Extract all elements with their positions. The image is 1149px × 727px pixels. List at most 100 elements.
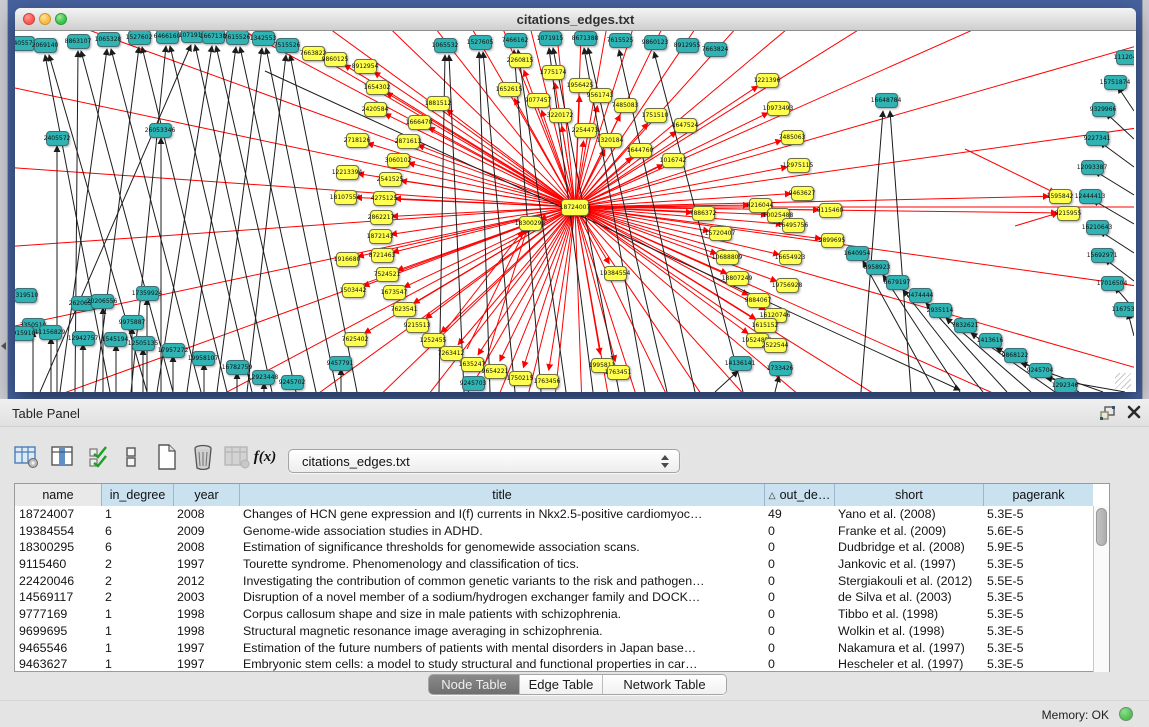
network-node[interactable]: 18107554	[334, 190, 357, 205]
network-node[interactable]: 4275125	[373, 191, 396, 206]
scrollbar-thumb[interactable]	[1096, 508, 1107, 546]
network-node[interactable]: 1016742	[662, 153, 685, 168]
network-node[interactable]: 1413616	[979, 333, 1002, 348]
network-node[interactable]: 3060102	[387, 153, 410, 168]
table-cell[interactable]: 5.3E-5	[983, 623, 1093, 640]
network-node[interactable]: 1503442	[342, 283, 365, 298]
network-node[interactable]: 2862217	[370, 210, 393, 225]
table-cell[interactable]: Changes of HCN gene expression and I(f) …	[239, 506, 764, 523]
network-node[interactable]: 2420584	[364, 102, 387, 117]
network-node[interactable]: 3319510	[15, 288, 37, 303]
network-node[interactable]: 1763456	[536, 374, 559, 389]
table-cell[interactable]: 2009	[173, 523, 239, 540]
network-node[interactable]: 8912955	[676, 38, 699, 53]
network-node[interactable]: 8912954	[354, 59, 377, 74]
table-cell[interactable]: Wolkin et al. (1998)	[834, 623, 983, 640]
network-node[interactable]: 6679197	[886, 275, 909, 290]
table-cell[interactable]: 0	[764, 606, 834, 623]
new-document-icon[interactable]	[152, 442, 182, 472]
table-cell[interactable]: 1	[101, 623, 173, 640]
network-node[interactable]: 12975115	[787, 158, 810, 173]
table-row[interactable]: 911546021997Tourette syndrome. Phenomeno…	[15, 556, 1093, 573]
table-cell[interactable]: Tibbo et al. (1998)	[834, 606, 983, 623]
network-node[interactable]: 10973493	[767, 101, 790, 116]
network-node[interactable]: 1775174	[542, 65, 565, 80]
table-cell[interactable]: Hescheler et al. (1997)	[834, 656, 983, 673]
network-hub-node[interactable]: 18724007	[561, 199, 589, 216]
table-row[interactable]: 2242004622012Investigating the contribut…	[15, 573, 1093, 590]
column-header-name[interactable]: name	[15, 484, 101, 506]
network-node[interactable]: 9329966	[1092, 102, 1115, 117]
network-node[interactable]: 2405572	[46, 131, 69, 146]
table-cell[interactable]: 2	[101, 589, 173, 606]
network-node[interactable]: 7466162	[504, 33, 527, 48]
tab-edge-table[interactable]: Edge Table	[519, 675, 602, 694]
network-node[interactable]: 1071915	[539, 31, 562, 46]
table-cell[interactable]: 1	[101, 506, 173, 523]
table-cell[interactable]: 2	[101, 556, 173, 573]
table-cell[interactable]: 9463627	[15, 656, 101, 673]
network-node[interactable]: 20206556	[91, 294, 114, 309]
network-node[interactable]: 12942757	[72, 331, 95, 346]
network-node[interactable]: 17957272	[162, 343, 185, 358]
network-node[interactable]: 9463627	[791, 186, 814, 201]
network-canvas[interactable]: 1830029519384554766382298601258912954165…	[15, 31, 1134, 392]
table-cell[interactable]: 1998	[173, 623, 239, 640]
table-cell[interactable]: 1	[101, 656, 173, 673]
network-node[interactable]: 1167533	[1114, 302, 1135, 317]
table-cell[interactable]: Corpus callosum shape and size in male p…	[239, 606, 764, 623]
table-cell[interactable]: Estimation of the future numbers of pati…	[239, 640, 764, 657]
network-node[interactable]: 12923448	[252, 370, 275, 385]
column-header-out_de[interactable]: △out_de…	[764, 484, 834, 506]
network-node[interactable]: 6466160	[156, 31, 179, 44]
network-node[interactable]: 2254473	[574, 123, 597, 138]
table-cell[interactable]: 18300295	[15, 539, 101, 556]
network-node[interactable]: 1666470	[408, 115, 431, 130]
network-node[interactable]: 2260815	[509, 53, 532, 68]
table-cell[interactable]: 2008	[173, 506, 239, 523]
table-cell[interactable]: Genome-wide association studies in ADHD.	[239, 523, 764, 540]
network-node[interactable]: 19384554	[604, 266, 627, 281]
network-node[interactable]: 1872143	[369, 229, 392, 244]
table-cell[interactable]: 1998	[173, 606, 239, 623]
network-node[interactable]: 9860123	[644, 35, 667, 50]
network-node[interactable]: 14136141	[729, 356, 752, 371]
network-node[interactable]: 7615525	[609, 33, 632, 48]
network-node[interactable]: 7524521	[376, 267, 399, 282]
table-cell[interactable]: 2	[101, 573, 173, 590]
network-window-titlebar[interactable]: citations_edges.txt	[15, 8, 1136, 31]
network-node[interactable]: 16495756	[782, 218, 805, 233]
network-node[interactable]: 2871613	[397, 134, 420, 149]
network-node[interactable]: 7623541	[393, 302, 416, 317]
network-node[interactable]: 3915910	[15, 326, 34, 341]
network-node[interactable]: 15751874	[1104, 75, 1127, 90]
network-node[interactable]: 19756928	[776, 278, 799, 293]
network-node[interactable]: 8671388	[574, 31, 597, 46]
network-node[interactable]: 12093387	[1081, 160, 1104, 175]
network-node[interactable]: 1320184	[599, 133, 622, 148]
table-cell[interactable]: Nakamura et al. (1997)	[834, 640, 983, 657]
network-node[interactable]: 9115460	[819, 203, 842, 218]
network-node[interactable]: 12444413	[1079, 189, 1102, 204]
network-node[interactable]: 1956425	[569, 78, 592, 93]
table-cell[interactable]: 5.5E-5	[983, 573, 1093, 590]
table-cell[interactable]: Structural magnetic resonance image aver…	[239, 623, 764, 640]
table-cell[interactable]: 0	[764, 589, 834, 606]
network-node[interactable]: 3220172	[549, 108, 572, 123]
network-node[interactable]: 26053346	[149, 123, 172, 138]
table-cell[interactable]: 9699695	[15, 623, 101, 640]
network-node[interactable]: 9245704	[1029, 363, 1052, 378]
network-node[interactable]: 1615152	[754, 318, 777, 333]
network-node[interactable]: 9561743	[589, 88, 612, 103]
network-node[interactable]: 7485083	[614, 98, 637, 113]
network-node[interactable]: 9975887	[121, 315, 144, 330]
table-cell[interactable]: 0	[764, 623, 834, 640]
network-node[interactable]: 2718126	[346, 133, 369, 148]
network-node[interactable]: 1654302	[366, 80, 389, 95]
network-node[interactable]: 1527605	[469, 35, 492, 50]
table-cell[interactable]: 0	[764, 539, 834, 556]
panel-collapse-arrow-icon[interactable]	[1, 342, 6, 350]
network-node[interactable]: 19958107	[192, 351, 215, 366]
network-node[interactable]: 7832621	[954, 318, 977, 333]
row-select-check-icon[interactable]	[84, 442, 114, 472]
